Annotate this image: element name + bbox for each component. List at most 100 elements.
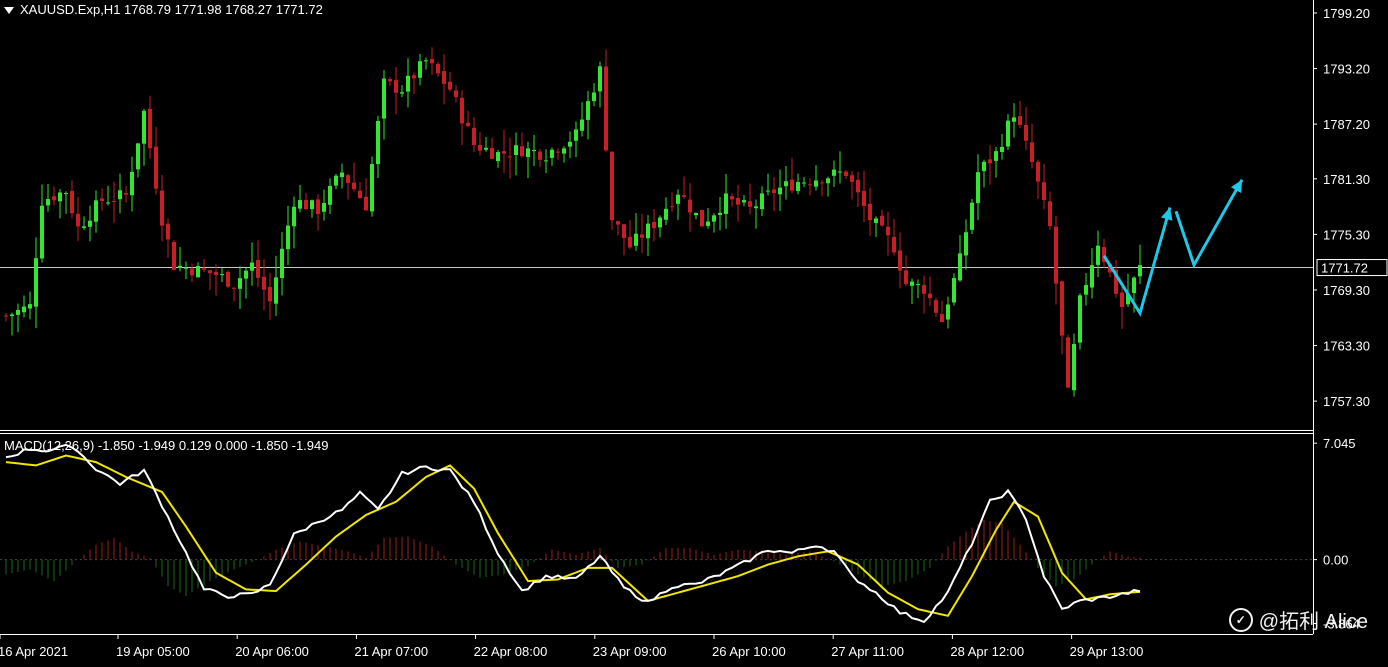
candle <box>322 189 326 221</box>
candle <box>982 159 986 188</box>
candle <box>58 189 62 219</box>
candle <box>298 185 302 213</box>
candle <box>904 255 908 287</box>
candle <box>226 270 230 289</box>
candle <box>538 148 542 168</box>
candle <box>838 151 842 184</box>
candle <box>100 188 104 211</box>
candle <box>784 165 788 200</box>
time-tick-label: 29 Apr 13:00 <box>1070 644 1144 659</box>
candle <box>604 49 608 152</box>
candle <box>670 192 674 212</box>
dropdown-arrow-icon[interactable] <box>4 7 14 15</box>
candle <box>514 132 518 176</box>
candle <box>448 71 452 92</box>
candle <box>580 102 584 137</box>
candle <box>1138 244 1142 285</box>
candle <box>592 83 596 107</box>
candle <box>640 214 644 254</box>
candle <box>244 268 248 299</box>
candle <box>286 205 290 266</box>
candle <box>862 170 866 222</box>
candle <box>568 131 572 159</box>
price-tick-label: 1793.20 <box>1323 62 1370 77</box>
candle <box>682 176 686 200</box>
macd-tick-label: 7.045 <box>1323 436 1356 451</box>
candle <box>1048 191 1052 230</box>
candle <box>328 178 332 215</box>
time-tick-label: 20 Apr 06:00 <box>235 644 309 659</box>
candle <box>160 174 164 242</box>
candle <box>988 145 992 185</box>
candle <box>196 262 200 278</box>
candle <box>454 85 458 103</box>
candle <box>958 234 962 282</box>
candle <box>472 117 476 152</box>
candle <box>898 232 902 289</box>
candle <box>778 169 782 211</box>
candle <box>376 115 380 179</box>
candle <box>262 259 266 311</box>
price-tick-label: 1763.30 <box>1323 339 1370 354</box>
candle <box>634 213 638 251</box>
candle <box>136 143 140 178</box>
candle <box>940 300 944 323</box>
candle <box>334 173 338 190</box>
candle <box>256 240 260 288</box>
candle <box>976 154 980 221</box>
candle <box>22 295 26 318</box>
price-tick-label: 1799.20 <box>1323 6 1370 21</box>
candle <box>598 61 602 108</box>
candle <box>484 136 488 152</box>
candle <box>1066 334 1070 388</box>
candle <box>892 219 896 256</box>
candle <box>508 137 512 179</box>
candle <box>874 216 878 238</box>
candle <box>790 157 794 194</box>
candle <box>706 207 710 229</box>
time-tick-label: 21 Apr 07:00 <box>354 644 428 659</box>
candle <box>652 209 656 242</box>
macd-header: MACD(12,26,9) -1.850 -1.949 0.129 0.000 … <box>4 438 329 453</box>
candle <box>808 178 812 196</box>
candle <box>916 279 920 299</box>
candle <box>832 160 836 187</box>
candle <box>250 242 254 286</box>
candle <box>676 189 680 220</box>
candle <box>748 183 752 215</box>
candle <box>94 190 98 233</box>
candle <box>430 47 434 75</box>
price-axis: 1799.20 1793.20 1787.20 1781.30 1775.30 1769.… <box>1313 6 1388 631</box>
time-tick-label: 28 Apr 12:00 <box>950 644 1024 659</box>
candle <box>370 156 374 217</box>
candle <box>952 273 956 306</box>
time-tick-label: 26 Apr 10:00 <box>712 644 786 659</box>
candle <box>4 312 8 322</box>
candle <box>112 181 116 223</box>
price-tick-label: 1757.30 <box>1323 394 1370 409</box>
candle <box>1054 216 1058 305</box>
price-tick-label: 1775.30 <box>1323 227 1370 242</box>
candle <box>826 176 830 197</box>
candle <box>268 272 272 320</box>
candle <box>406 58 410 108</box>
candle <box>964 219 968 270</box>
candle <box>574 121 578 158</box>
candle <box>796 173 800 195</box>
candle <box>526 141 530 179</box>
candle <box>994 147 998 178</box>
candle <box>664 197 668 226</box>
candle <box>304 192 308 210</box>
candle <box>556 148 560 160</box>
candle <box>910 278 914 304</box>
chart-canvas[interactable]: 1799.20 1793.20 1787.20 1781.30 1775.30 1769.… <box>0 0 1388 662</box>
candle <box>310 199 314 218</box>
chart-window[interactable]: 1799.20 1793.20 1787.20 1781.30 1775.30 1769.… <box>0 0 1388 662</box>
candle <box>628 219 632 250</box>
candle <box>934 297 938 317</box>
time-axis: 16 Apr 2021 19 Apr 05:00 20 Apr 06:00 21 Ap… <box>0 634 1143 659</box>
candle <box>1060 280 1064 355</box>
candle <box>238 266 242 309</box>
candle <box>718 197 722 231</box>
candle <box>40 184 44 263</box>
